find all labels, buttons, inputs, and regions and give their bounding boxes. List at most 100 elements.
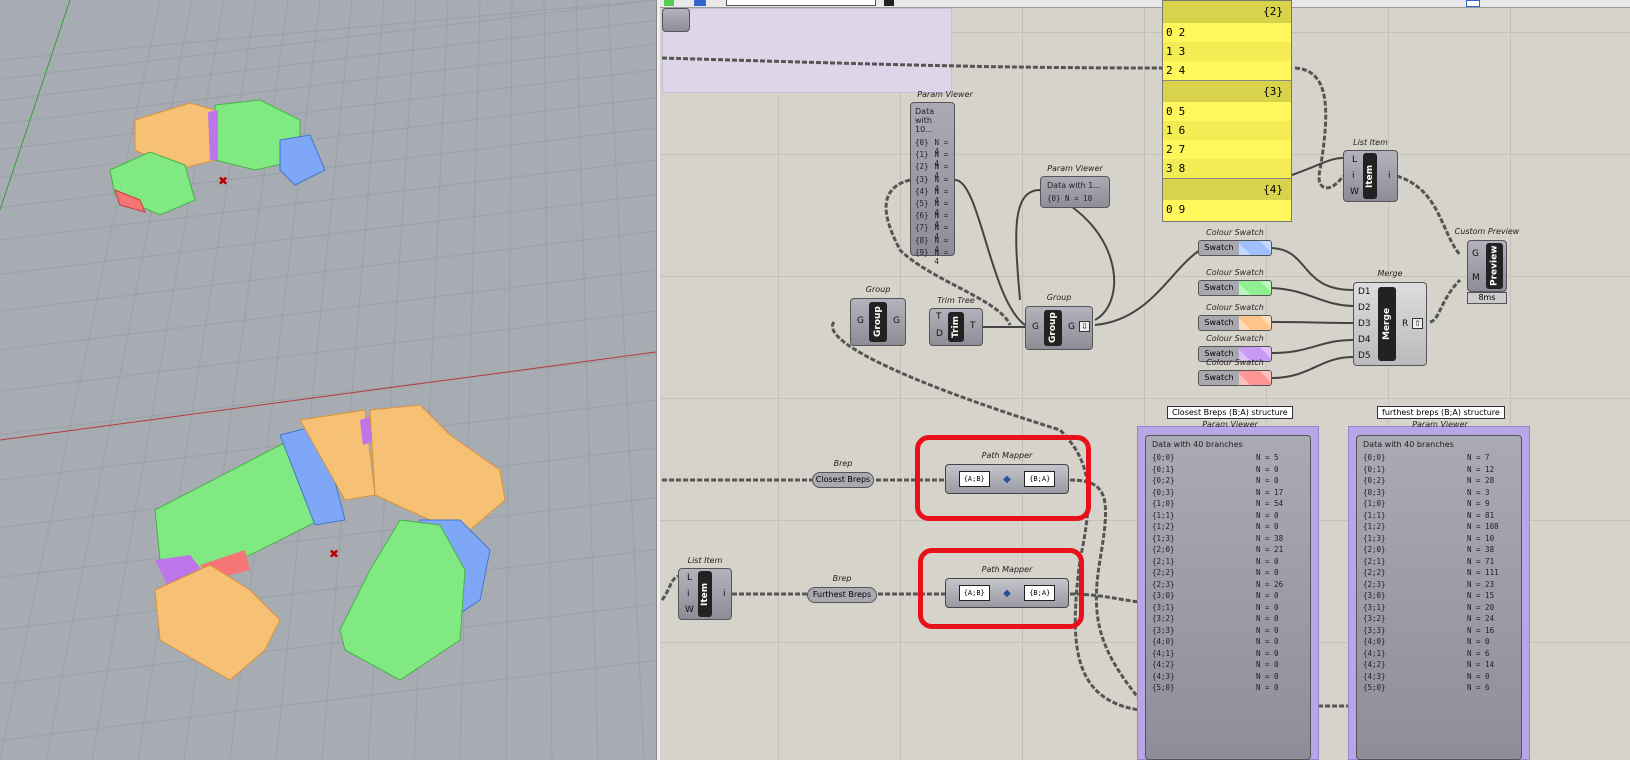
input-port-i[interactable]: i [687,589,690,599]
branch-path: {4;1} [1152,648,1175,658]
merge-input-port[interactable]: D1 [1358,287,1371,297]
branch-path: {1;3} [1363,533,1386,543]
swatch-color-fill[interactable] [1239,371,1271,385]
swatch-label: Colour Swatch [1206,268,1264,277]
zui-arrow-icon[interactable]: ⇧ [1412,318,1423,329]
custom-preview-component[interactable]: G M Preview [1467,240,1507,292]
wire [1291,157,1344,176]
branch-path: {3;3} [1152,625,1175,635]
branch-path: {6} [915,211,929,221]
output-port-g[interactable]: G [893,316,900,326]
branch-count: N = 0 [1256,614,1279,623]
colour-swatch[interactable]: Swatch [1198,240,1272,256]
list-item-component[interactable]: L i W Item i [678,568,732,620]
item-index: 1 [1166,124,1173,137]
param-viewer-row: {2;3} N = 26 [1152,580,1304,592]
input-port-d[interactable]: D [936,329,943,339]
branch-count: N = 38 [1256,533,1284,543]
colour-swatch[interactable]: Swatch [1198,370,1272,386]
swatch-color-fill[interactable] [1239,241,1271,255]
merge-input-port[interactable]: D2 [1358,303,1371,313]
branch-count: N = 4 [934,211,949,230]
branch-count: N = 4 [934,138,949,156]
trim-tree-component[interactable]: T D Trim T [929,308,983,346]
merge-input-port[interactable]: D3 [1358,319,1371,329]
branch-path: {4;0} [1363,637,1386,646]
branch-count: N = 4 [934,223,949,242]
branch-count: N = 4 [934,174,949,193]
zui-arrow-icon[interactable]: ⇩ [1079,321,1090,332]
output-port-r[interactable]: R [1402,319,1408,329]
output-port-i[interactable]: i [1388,171,1391,181]
input-port-w[interactable]: W [1350,187,1359,197]
furthest-breps-param[interactable]: Furthest Breps [807,587,877,603]
path-mapper-component[interactable]: {A;B} ◆ {B;A} [945,464,1069,494]
group-component[interactable]: G Group G ⇩ [1025,306,1093,350]
branch-count: N = 4 [934,198,949,217]
group-label: Group [1046,293,1072,302]
branch-count: N = 38 [1467,545,1495,554]
furthest-breps-viewer[interactable]: Data with 40 branches {0;0} N = 7 {0;1} N =… [1356,435,1522,760]
branch-count: N = 0 [1256,602,1279,612]
branch-path: {4} [915,186,929,196]
branch-path: {3} [915,174,929,184]
input-port-t[interactable]: T [936,312,942,322]
branch-header: {4} [1163,178,1291,200]
merge-label: Merge [1377,269,1403,278]
branch-path: {0;0} [1363,453,1386,462]
branch-path: {2;2} [1363,568,1386,577]
input-port-g[interactable]: G [1032,322,1039,332]
branch-count: N = 0 [1256,683,1279,692]
output-port-t[interactable]: T [970,321,976,331]
branch-count: N = 4 [934,247,949,266]
panel-item: 24 [1163,61,1291,80]
swatch-color-fill[interactable] [1239,316,1271,330]
yellow-data-panel[interactable]: {2} 0 2 1 3 2 4 {3} 0 5 1 6 2 7 3 8 {4} 0 9 [1162,0,1292,222]
branch-path: {0} [915,138,929,147]
closest-breps-param[interactable]: Closest Breps [812,472,874,488]
merge-input-port[interactable]: D4 [1358,335,1371,345]
output-port-i[interactable]: i [723,589,726,599]
param-viewer-row: {2;2} N = 111 [1363,568,1515,580]
branch-path: {1;2} [1363,522,1386,531]
swatch-color-fill[interactable] [1239,281,1271,295]
input-port-g[interactable]: G [857,316,864,326]
swatch-name: Swatch [1204,318,1234,327]
group-component[interactable]: G Group G [850,298,906,346]
item-value: 8 [1178,162,1186,175]
input-port-i[interactable]: i [1352,171,1355,181]
param-viewer-row: {2;0} N = 38 [1363,545,1515,557]
branch-path: {1;0} [1152,499,1175,508]
param-viewer-row: {3;0} N = 15 [1363,591,1515,603]
branch-path: {1;2} [1152,522,1175,531]
input-port-w[interactable]: W [685,605,694,615]
param-viewer-row: {4;3} N = 0 [1363,672,1515,684]
param-viewer-row: {4;1} N = 0 [1152,649,1304,661]
colour-swatch[interactable]: Swatch [1198,280,1272,296]
closest-breps-viewer[interactable]: Data with 40 branches {0;0} N = 5 {0;1} N =… [1145,435,1311,760]
colour-swatch[interactable]: Swatch [1198,315,1272,331]
param-viewer-row: {0;1} N = 12 [1363,465,1515,477]
wire [1294,66,1345,190]
item-index: 3 [1166,162,1173,175]
branch-path: {2;2} [1152,568,1175,577]
branch-count: N = 5 [1256,453,1279,462]
branch-count: N = 0 [1467,671,1490,681]
branch-count: N = 12 [1467,464,1495,474]
param-viewer-1[interactable]: Data with 10... {0} N = 4 {1} N = 4 {2} N = 4… [910,102,955,266]
branch-count: N = 0 [1256,522,1279,531]
path-mapper-component[interactable]: {A;B} ◆ {B;A} [945,578,1069,608]
branch-path: {1;0} [1363,499,1386,508]
input-port-l[interactable]: L [687,573,692,583]
input-port-m[interactable]: M [1472,273,1480,283]
input-port-g[interactable]: G [1472,249,1479,259]
param-viewer-2[interactable]: Data with 1... {0} N = 10 [1040,176,1110,208]
source-mask: {A;B} [958,585,990,601]
output-port-g[interactable]: G [1068,322,1075,332]
merge-input-port[interactable]: D5 [1358,351,1371,361]
merge-component[interactable]: Merge R ⇧ D1 D2 D3 D4 D5 [1353,282,1427,366]
input-port-l[interactable]: L [1352,155,1357,165]
param-viewer-row: {1} N = 4 [915,150,950,168]
branch-count: N = 0 [1256,591,1279,600]
list-item-component[interactable]: L i W Item i [1343,150,1398,202]
